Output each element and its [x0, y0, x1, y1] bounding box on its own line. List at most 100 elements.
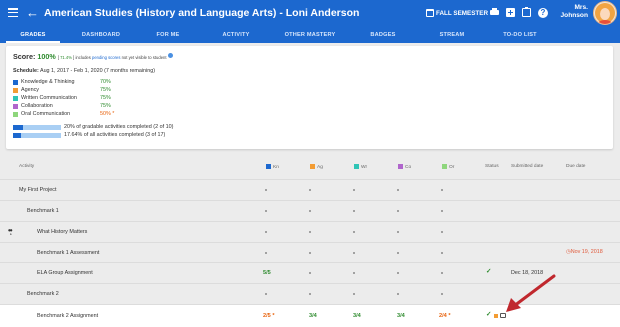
column-co-label: Co — [405, 165, 412, 170]
activity-name[interactable]: My First Project — [19, 187, 56, 193]
table-row[interactable]: My First Project — [0, 179, 620, 199]
print-icon[interactable] — [490, 8, 499, 17]
column-due: Due date — [566, 164, 586, 169]
standard-item: Written Communication — [13, 95, 77, 101]
progress-bar-all — [13, 133, 61, 138]
clipboard-icon[interactable] — [522, 6, 531, 17]
standard-value: 75% — [100, 103, 111, 109]
help-icon[interactable]: ? — [538, 7, 548, 18]
progress-text: 20% of gradable activities completed (2 … — [64, 124, 174, 130]
column-ag-label: Ag — [317, 165, 323, 170]
column-kn-label: Kn — [273, 165, 279, 170]
activity-name[interactable]: Benchmark 1 — [27, 208, 59, 214]
score-or[interactable]: 2/4 * — [439, 313, 451, 319]
schedule-text: Aug 1, 2017 - Feb 1, 2020 (7 months rema… — [39, 68, 156, 74]
standard-color-swatch — [13, 111, 18, 117]
score-label: Score: — [13, 52, 36, 61]
status-check-icon: ✓ — [486, 268, 492, 275]
standard-name: Oral Communication — [21, 111, 71, 117]
avatar[interactable] — [593, 1, 617, 25]
progress-text: 17.64% of all activities completed (3 of… — [64, 132, 166, 138]
user-name[interactable]: Mrs. Johnson — [560, 4, 588, 20]
standard-name: Agency — [21, 87, 39, 93]
column-activity[interactable]: Activity — [19, 164, 34, 169]
progress-bar-gradable — [13, 125, 61, 130]
active-tab-indicator — [6, 41, 60, 43]
column-status: Status — [485, 164, 499, 169]
tab-for-me[interactable]: FOR ME — [157, 32, 180, 38]
page-title: American Studies (History and Language A… — [44, 7, 360, 19]
activity-name[interactable]: ELA Group Assignment — [37, 270, 93, 276]
column-or-label: Or — [449, 165, 455, 170]
column-kn: Kn — [266, 164, 279, 170]
tab-bar: GRADES DASHBOARD FOR ME ACTIVITY OTHER M… — [0, 28, 620, 43]
score-kn[interactable]: 5/5 — [263, 270, 271, 276]
pending-link[interactable]: pending scores — [92, 55, 120, 60]
pending-note: [ 71.4% ] includes pending scores not ye… — [57, 55, 167, 60]
column-wr-label: Wr — [361, 165, 368, 170]
or-swatch — [442, 164, 447, 169]
score-kn[interactable]: 2/5 * — [263, 313, 275, 319]
pending-tail: not yet visible to student — [121, 55, 167, 60]
tab-dashboard[interactable]: DASHBOARD — [82, 32, 120, 38]
menu-icon[interactable] — [8, 8, 18, 18]
tab-stream[interactable]: STREAM — [440, 32, 465, 38]
standard-color-swatch — [13, 79, 18, 85]
tab-badges[interactable]: BADGES — [370, 32, 395, 38]
co-swatch — [398, 164, 403, 169]
tab-activity[interactable]: ACTIVITY — [222, 32, 249, 38]
table-row[interactable]: •̥• What History Matters — [0, 221, 620, 241]
score-value: 100% — [37, 52, 56, 61]
semester-selector[interactable]: FALL SEMESTER — [426, 9, 488, 17]
activity-name[interactable]: What History Matters — [37, 229, 87, 235]
progress-fill — [13, 133, 22, 138]
tab-other-mastery[interactable]: OTHER MASTERY — [285, 32, 336, 38]
standard-value: 50% * — [100, 111, 115, 117]
column-ag: Ag — [310, 164, 323, 170]
score-card: Score: 100% [ 71.4% ] includes pending s… — [6, 46, 613, 149]
standard-value: 70% — [100, 79, 111, 85]
score-ag[interactable]: 3/4 — [309, 313, 317, 319]
info-icon[interactable] — [167, 53, 173, 58]
tab-grades[interactable]: GRADES — [20, 32, 45, 38]
drag-handle-icon[interactable]: •̥• — [8, 226, 13, 235]
ag-swatch — [310, 164, 315, 169]
standard-name: Knowledge & Thinking — [21, 79, 75, 85]
app-header: ← American Studies (History and Language… — [0, 0, 620, 28]
table-header: Activity Kn Ag Wr Co Or Status Submitted… — [0, 160, 620, 172]
column-or: Or — [442, 164, 454, 170]
pending-text: includes — [75, 55, 91, 60]
kn-swatch — [266, 164, 271, 169]
score-wr[interactable]: 3/4 — [353, 313, 361, 319]
activity-name[interactable]: Benchmark 2 — [27, 291, 59, 297]
pending-value: 71.4% — [60, 55, 72, 60]
standard-value: 75% — [100, 87, 111, 93]
score-line: Score: 100% [ 71.4% ] includes pending s… — [13, 52, 173, 61]
user-name-line2: Johnson — [560, 12, 588, 19]
standard-value: 75% — [100, 95, 111, 101]
standard-name: Collaboration — [21, 103, 53, 109]
table-row[interactable]: Benchmark 1 Assessment ◷Nov 19, 2018 — [0, 242, 620, 262]
score-co[interactable]: 3/4 — [397, 313, 405, 319]
activity-name[interactable]: Benchmark 2 Assignment — [37, 313, 98, 319]
schedule-label: Schedule: — [13, 68, 39, 74]
column-wr: Wr — [354, 164, 367, 170]
wr-swatch — [354, 164, 359, 169]
status-check-icon: ✓ — [486, 311, 492, 318]
table-row[interactable]: Benchmark 1 — [0, 200, 620, 220]
progress-fill — [13, 125, 23, 130]
standard-color-swatch — [13, 103, 18, 109]
standard-color-swatch — [13, 87, 18, 93]
schedule: Schedule: Aug 1, 2017 - Feb 1, 2020 (7 m… — [13, 68, 155, 74]
column-submitted: Submitted date — [511, 164, 544, 169]
standard-item: Agency — [13, 87, 39, 93]
annotation-arrow — [506, 274, 556, 312]
standard-color-swatch — [13, 95, 18, 101]
user-name-line1: Mrs. — [574, 4, 588, 11]
activity-name[interactable]: Benchmark 1 Assessment — [37, 250, 99, 256]
add-icon[interactable] — [506, 8, 515, 17]
due-date: ◷Nov 19, 2018 — [566, 249, 603, 255]
tab-to-do-list[interactable]: TO-DO LIST — [503, 32, 537, 38]
due-date-text: Nov 19, 2018 — [570, 249, 603, 255]
back-arrow-icon[interactable]: ← — [26, 5, 39, 21]
